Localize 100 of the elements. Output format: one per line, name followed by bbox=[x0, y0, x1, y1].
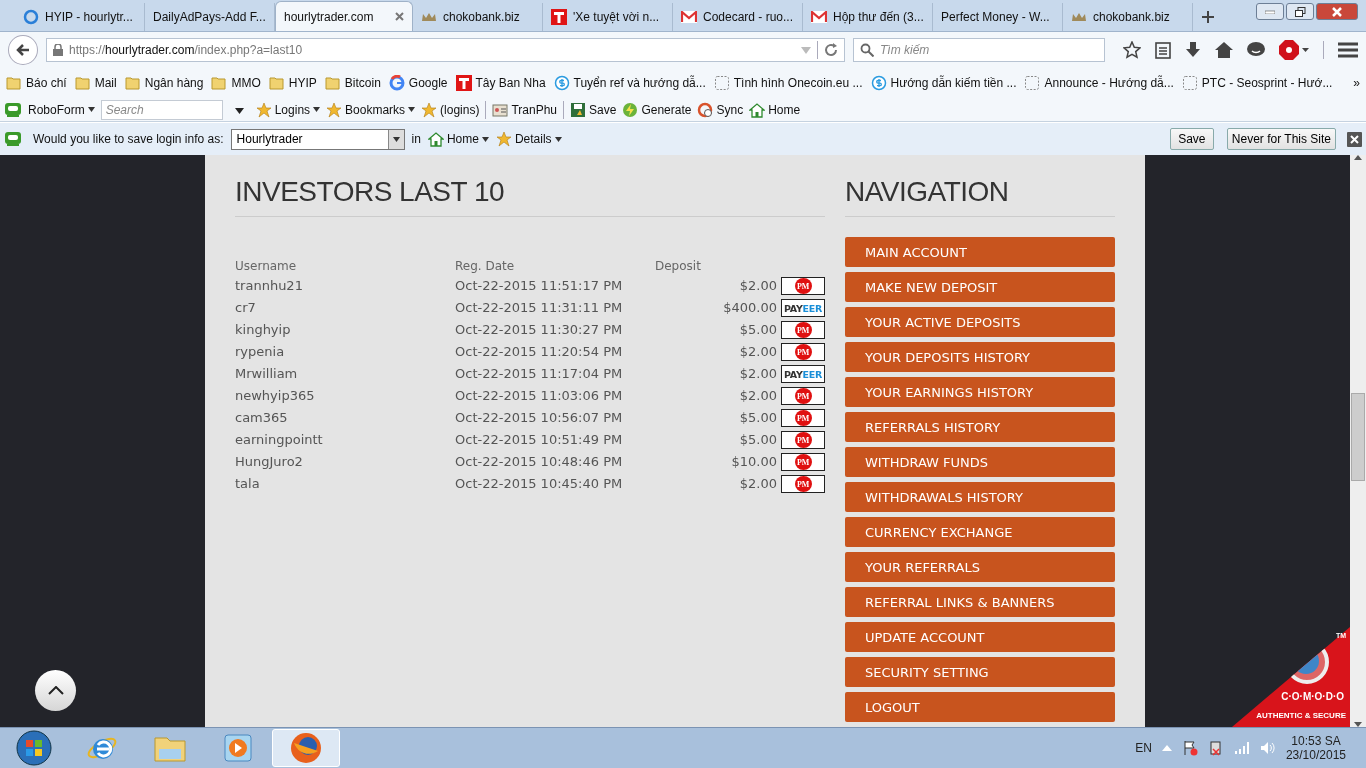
amount-cell-text: $400.00 bbox=[722, 299, 778, 317]
bookmark-item[interactable]: Ngân hàng bbox=[124, 75, 204, 91]
toolbar-item[interactable]: Bookmarks bbox=[326, 101, 416, 118]
download-icon[interactable] bbox=[1185, 41, 1201, 59]
bookmark-item[interactable]: PTC - Seosprint - Hướ... bbox=[1181, 75, 1333, 91]
caret-icon bbox=[408, 107, 416, 112]
scrollbar[interactable] bbox=[1350, 155, 1366, 727]
date-cell-text: Oct-22-2015 10:45:40 PM bbox=[455, 475, 624, 493]
clipboard-icon[interactable] bbox=[1155, 41, 1171, 59]
bookmark-item[interactable]: Tây Ban Nha bbox=[455, 75, 546, 91]
browser-tab[interactable]: Hộp thư đến (3... bbox=[803, 3, 933, 31]
toolbar-item[interactable]: Home bbox=[749, 101, 801, 118]
roboform-menu[interactable]: RoboForm bbox=[28, 102, 95, 117]
nav-button[interactable]: SECURITY SETTING bbox=[845, 657, 1115, 687]
toolbar-item[interactable]: TranPhu bbox=[492, 101, 558, 118]
caret-icon[interactable] bbox=[234, 107, 244, 114]
browser-tab[interactable]: chokobank.biz bbox=[1063, 3, 1193, 31]
bookmark-item[interactable]: HYIP bbox=[268, 75, 317, 91]
nav-button[interactable]: YOUR ACTIVE DEPOSITS bbox=[845, 307, 1115, 337]
close-button[interactable] bbox=[1347, 131, 1362, 147]
back-button[interactable] bbox=[8, 35, 38, 65]
more-bookmarks-button[interactable]: » bbox=[1353, 76, 1360, 90]
bookmark-item[interactable]: Tình hình Onecoin.eu ... bbox=[713, 75, 863, 91]
nav-button[interactable]: REFERRAL LINKS & BANNERS bbox=[845, 587, 1115, 617]
bookmark-item[interactable]: Mail bbox=[74, 75, 117, 91]
start-button[interactable] bbox=[16, 730, 52, 766]
username-cell-text: trannhu21 bbox=[235, 277, 304, 295]
star-icon bbox=[326, 101, 343, 118]
nav-button[interactable]: UPDATE ACCOUNT bbox=[845, 622, 1115, 652]
close-button[interactable] bbox=[1316, 3, 1358, 20]
scroll-top-button[interactable] bbox=[35, 670, 76, 711]
flag-icon[interactable] bbox=[1181, 740, 1198, 756]
taskbar-app[interactable] bbox=[272, 729, 340, 767]
toolbar-item[interactable]: Logins bbox=[255, 101, 321, 118]
browser-tab[interactable]: hourlytrader.com bbox=[275, 1, 413, 31]
mail-icon bbox=[681, 11, 697, 23]
nav-button[interactable]: LOGOUT bbox=[845, 692, 1115, 722]
amount-cell-text: $10.00 bbox=[730, 453, 778, 471]
payeer-logo: PAYEER bbox=[781, 299, 825, 317]
bookmark-item[interactable]: Báo chí bbox=[6, 75, 67, 91]
username-cell-text: HungJuro2 bbox=[235, 453, 304, 471]
search-field[interactable]: Search bbox=[100, 99, 223, 120]
comodo-text: C·O·M·O·D·O bbox=[1281, 691, 1344, 702]
bookmark-item[interactable]: Google bbox=[388, 75, 448, 91]
back-arrow-icon bbox=[15, 42, 31, 58]
power-plug-icon[interactable] bbox=[1207, 740, 1224, 756]
caret-icon bbox=[313, 107, 321, 112]
username-cell-text: tala bbox=[235, 475, 261, 493]
amount-cell-text: $2.00 bbox=[738, 277, 778, 295]
t-icon bbox=[455, 75, 472, 91]
scrollbar-thumb[interactable] bbox=[1351, 393, 1365, 481]
caret-icon bbox=[481, 136, 489, 142]
details-menu[interactable]: Details bbox=[495, 131, 562, 147]
bookmark-item[interactable]: Tuyển ref và hướng dẫ... bbox=[553, 75, 706, 91]
bookmark-item[interactable]: Bitcoin bbox=[324, 75, 381, 91]
nav-button[interactable]: CURRENCY EXCHANGE bbox=[845, 517, 1115, 547]
nav-button[interactable]: YOUR REFERRALS bbox=[845, 552, 1115, 582]
username-cell-text: Mrwilliam bbox=[235, 365, 299, 383]
save-button[interactable]: Save bbox=[1169, 128, 1214, 150]
caret-icon bbox=[392, 136, 400, 142]
toolbar-item[interactable]: Sync bbox=[697, 101, 744, 118]
folder-menu[interactable]: Home bbox=[427, 131, 489, 147]
nav-button[interactable]: WITHDRAWALS HISTORY bbox=[845, 482, 1115, 512]
browser-tab[interactable]: Codecard - ruo... bbox=[673, 3, 803, 31]
bookmark-item[interactable]: MMO bbox=[211, 75, 261, 91]
bookmark-item[interactable]: Hướng dẫn kiếm tiền ... bbox=[870, 75, 1017, 91]
date-cell-text: Oct-22-2015 10:48:46 PM bbox=[455, 453, 624, 471]
login-name-select[interactable]: Hourlytrader bbox=[230, 128, 405, 150]
nav-button[interactable]: YOUR EARNINGS HISTORY bbox=[845, 377, 1115, 407]
date-cell-text: Oct-22-2015 11:31:11 PM bbox=[455, 299, 624, 317]
media-player-icon bbox=[221, 731, 255, 765]
chat-icon[interactable] bbox=[1247, 42, 1265, 58]
amount-cell-text: $5.00 bbox=[738, 321, 778, 339]
search-field[interactable]: Tìm kiếm bbox=[853, 38, 1105, 62]
nav-button[interactable]: MAIN ACCOUNT bbox=[845, 237, 1115, 267]
star-icon[interactable] bbox=[1123, 41, 1141, 59]
pm-logo: PM bbox=[781, 453, 825, 471]
nav-button[interactable]: YOUR DEPOSITS HISTORY bbox=[845, 342, 1115, 372]
nav-button[interactable]: WITHDRAW FUNDS bbox=[845, 447, 1115, 477]
toolbar-item[interactable]: (logins) bbox=[421, 101, 480, 118]
nav-button[interactable]: MAKE NEW DEPOSIT bbox=[845, 272, 1115, 302]
toolbar-item[interactable]: Save bbox=[570, 101, 617, 118]
browser-tab[interactable]: 'Xe tuyệt vời n... bbox=[543, 3, 673, 31]
clock[interactable]: 10:53 SA 23/10/2015 bbox=[1285, 734, 1346, 762]
nav-button[interactable]: REFERRALS HISTORY bbox=[845, 412, 1115, 442]
toolbar-item[interactable]: Generate bbox=[622, 101, 692, 118]
url-text: https://hourlytrader.com/index.php?a=last10 bbox=[68, 43, 304, 57]
username-cell-text: earningpointt bbox=[235, 431, 324, 449]
home-icon[interactable] bbox=[1215, 42, 1233, 58]
browser-tab[interactable]: HYIP - hourlytr... bbox=[15, 3, 145, 31]
never-button[interactable]: Never for This Site bbox=[1226, 128, 1336, 150]
address-field[interactable]: https://hourlytrader.com/index.php?a=last10 bbox=[45, 38, 845, 62]
menu-icon[interactable] bbox=[1338, 42, 1358, 58]
language-indicator[interactable]: EN bbox=[1135, 741, 1152, 755]
restore-button[interactable] bbox=[1286, 3, 1314, 20]
browser-tab[interactable]: Perfect Money - W... bbox=[933, 3, 1063, 31]
bookmark-item[interactable]: Announce - Hướng dẫ... bbox=[1024, 75, 1174, 91]
adblock-icon[interactable] bbox=[1279, 40, 1309, 60]
browser-tab[interactable]: chokobank.biz bbox=[413, 3, 543, 31]
folder-icon bbox=[324, 75, 341, 91]
